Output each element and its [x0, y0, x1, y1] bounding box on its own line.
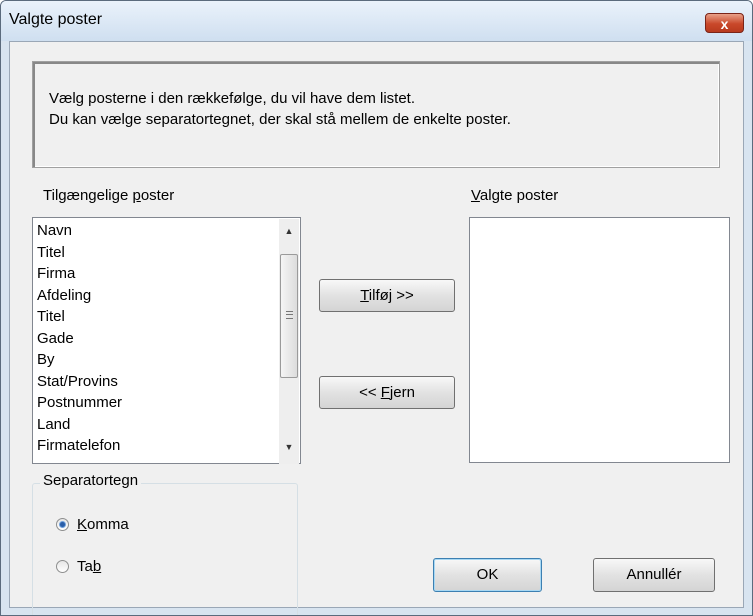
- list-item[interactable]: By: [35, 349, 267, 371]
- instructions-line-2: Du kan vælge separatortegnet, der skal s…: [49, 111, 511, 128]
- add-button[interactable]: Tilføj >>: [319, 279, 455, 312]
- dialog-window: Valgte poster x Vælg posterne i den rækk…: [0, 0, 753, 616]
- scroll-down-icon[interactable]: ▼: [283, 442, 295, 454]
- window-title: Valgte poster: [9, 11, 103, 28]
- list-item[interactable]: Titel: [35, 242, 267, 264]
- radio-tab-label: Tab: [77, 558, 102, 575]
- scrollbar-thumb[interactable]: [280, 254, 298, 378]
- list-item[interactable]: Land: [35, 414, 267, 436]
- dialog-body: Vælg posterne i den rækkefølge, du vil h…: [9, 41, 744, 615]
- available-items-label: Tilgængelige poster: [43, 187, 175, 204]
- instructions-panel: Vælg posterne i den rækkefølge, du vil h…: [32, 61, 720, 168]
- list-item[interactable]: Postnummer: [35, 392, 267, 414]
- list-item[interactable]: Titel: [35, 306, 267, 328]
- cancel-button[interactable]: Annullér: [593, 558, 715, 592]
- selected-items-label: Valgte poster: [471, 187, 559, 204]
- close-icon: x: [720, 16, 729, 32]
- separator-groupbox: [32, 483, 298, 615]
- list-item[interactable]: Afdeling: [35, 285, 267, 307]
- radio-unchecked-icon[interactable]: [56, 560, 69, 573]
- instructions-line-1: Vælg posterne i den rækkefølge, du vil h…: [49, 90, 416, 107]
- separator-group-title: Separatortegn: [40, 472, 142, 489]
- list-item[interactable]: Stat/Provins: [35, 371, 267, 393]
- available-list-scrollbar[interactable]: ▲ ▼: [279, 219, 299, 464]
- ok-button[interactable]: OK: [433, 558, 542, 592]
- remove-button[interactable]: << Fjern: [319, 376, 455, 409]
- radio-checked-icon[interactable]: [56, 518, 69, 531]
- available-items-container: Navn Titel Firma Afdeling Titel Gade By Stat/Pr…: [35, 220, 267, 457]
- title-bar: Valgte poster x: [1, 1, 752, 41]
- available-items-list[interactable]: Navn Titel Firma Afdeling Titel Gade By Stat/Pr…: [32, 217, 301, 464]
- scroll-up-icon[interactable]: ▲: [283, 226, 295, 238]
- list-item[interactable]: Firma: [35, 263, 267, 285]
- scrollbar-grip-icon: [286, 311, 293, 319]
- radio-comma-label: Komma: [77, 516, 129, 533]
- list-item[interactable]: Navn: [35, 220, 267, 242]
- radio-comma[interactable]: Komma: [56, 516, 129, 533]
- close-button[interactable]: x: [705, 13, 744, 33]
- list-item[interactable]: Firmatelefon: [35, 435, 267, 457]
- selected-items-list[interactable]: [469, 217, 730, 463]
- radio-tab[interactable]: Tab: [56, 558, 101, 575]
- list-item[interactable]: Gade: [35, 328, 267, 350]
